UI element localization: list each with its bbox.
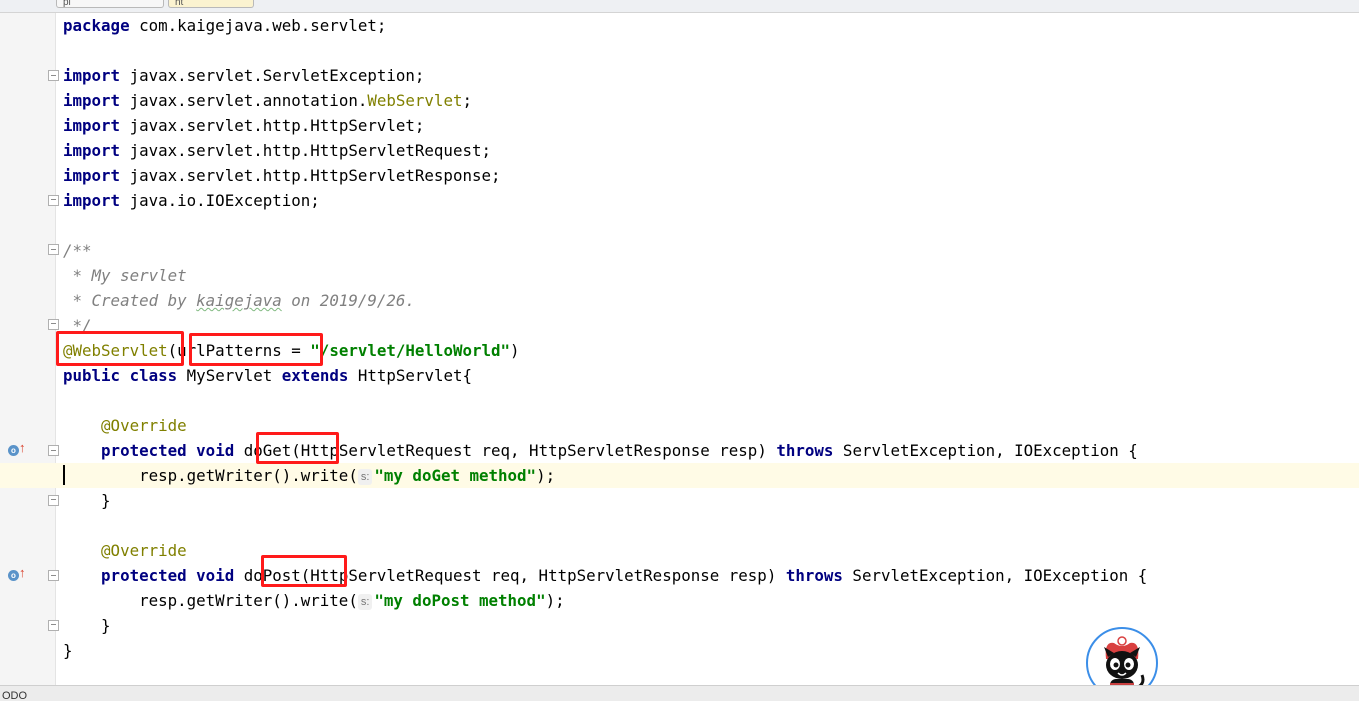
override-method-icon[interactable]: o ↑ bbox=[8, 565, 30, 583]
code-line-brace: } bbox=[63, 616, 111, 635]
highlight-box-webservlet bbox=[56, 331, 184, 366]
code-line-import: import javax.servlet.http.HttpServletReq… bbox=[63, 141, 491, 160]
highlight-box-doget bbox=[256, 432, 339, 464]
code-line-brace: } bbox=[63, 641, 73, 660]
fold-toggle-icon[interactable] bbox=[48, 445, 59, 456]
string-literal: "my doGet method" bbox=[374, 466, 537, 485]
status-bar: ODO bbox=[0, 685, 1359, 702]
editor-tab-2[interactable]: ht bbox=[168, 0, 254, 8]
code-line-override: @Override bbox=[63, 541, 187, 560]
code-line-override: @Override bbox=[63, 416, 187, 435]
fold-toggle-icon[interactable] bbox=[48, 570, 59, 581]
keyword: package bbox=[63, 16, 130, 35]
line-gutter[interactable] bbox=[0, 13, 56, 685]
code-line-package: package com.kaigejava.web.servlet; bbox=[63, 16, 387, 35]
code-line-call: resp.getWriter().write(s: "my doGet metho… bbox=[63, 466, 556, 485]
parameter-hint: s: bbox=[357, 469, 373, 485]
keyword: import bbox=[63, 191, 121, 210]
keyword: import bbox=[63, 66, 121, 85]
text-caret bbox=[63, 465, 65, 485]
code-line-import: import javax.servlet.http.HttpServletRes… bbox=[63, 166, 501, 185]
arrow-up-icon: ↑ bbox=[19, 440, 26, 455]
code-line-import: import javax.servlet.ServletException; bbox=[63, 66, 425, 85]
fold-end-icon[interactable] bbox=[48, 319, 59, 330]
highlight-box-urlpatterns bbox=[189, 333, 323, 366]
highlight-box-dopost bbox=[261, 555, 347, 587]
code-line-comment: /** bbox=[63, 241, 92, 260]
keyword: import bbox=[63, 116, 121, 135]
keyword: import bbox=[63, 141, 121, 160]
code-line-import: import javax.servlet.http.HttpServlet; bbox=[63, 116, 425, 135]
override-method-icon[interactable]: o ↑ bbox=[8, 440, 30, 458]
code-line-comment: * Created by kaigejava on 2019/9/26. bbox=[63, 291, 415, 310]
code-line-import: import javax.servlet.annotation.WebServl… bbox=[63, 91, 472, 110]
code-line-class: public class MyServlet extends HttpServl… bbox=[63, 366, 472, 385]
status-text[interactable]: ODO bbox=[2, 690, 27, 702]
editor-tab-strip: pl ht bbox=[0, 0, 1359, 13]
keyword: import bbox=[63, 91, 121, 110]
code-line-brace: } bbox=[63, 491, 111, 510]
keyword: import bbox=[63, 166, 121, 185]
code-line-method-doget: protected void doGet(HttpServletRequest … bbox=[101, 441, 1138, 460]
fold-toggle-icon[interactable] bbox=[48, 70, 59, 81]
code-line-comment: * My servlet bbox=[63, 266, 187, 285]
string-literal: "my doPost method" bbox=[374, 591, 546, 610]
fold-end-icon[interactable] bbox=[48, 195, 59, 206]
parameter-hint: s: bbox=[357, 594, 373, 610]
code-line-import: import java.io.IOException; bbox=[63, 191, 320, 210]
fold-end-icon[interactable] bbox=[48, 620, 59, 631]
arrow-up-icon: ↑ bbox=[19, 565, 26, 580]
editor-tab-1[interactable]: pl bbox=[56, 0, 164, 8]
fold-toggle-icon[interactable] bbox=[48, 244, 59, 255]
spelling-squiggle: kaigejava bbox=[196, 291, 282, 310]
string-literal: "/servlet/HelloWorld" bbox=[310, 341, 511, 360]
code-line-method-dopost: protected void doPost(HttpServletRequest… bbox=[101, 566, 1148, 585]
fold-end-icon[interactable] bbox=[48, 495, 59, 506]
code-line-call: resp.getWriter().write(s: "my doPost meth… bbox=[63, 591, 565, 610]
